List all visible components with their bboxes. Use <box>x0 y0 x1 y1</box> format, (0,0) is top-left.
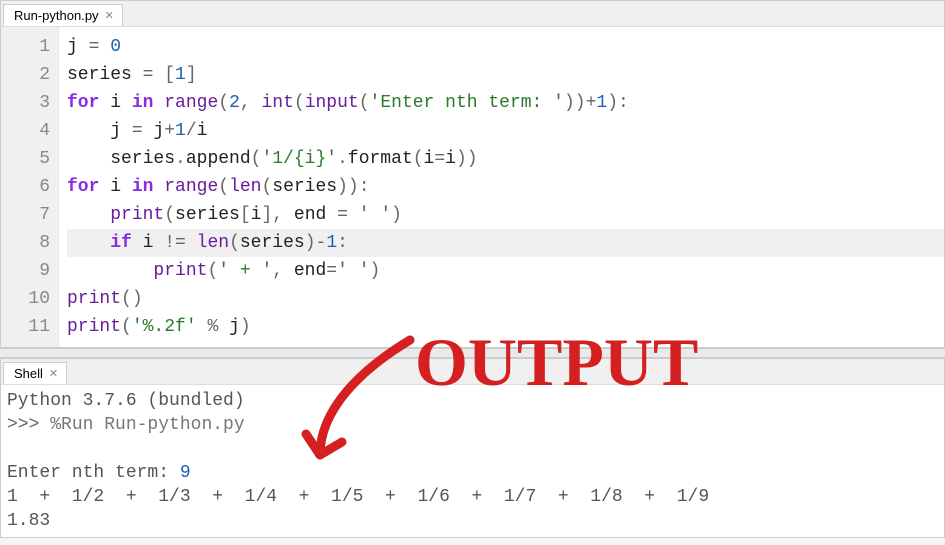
shell-tab[interactable]: Shell ✕ <box>3 362 67 384</box>
line-number: 5 <box>5 145 50 173</box>
shell-input-value: 9 <box>180 463 191 483</box>
code-line[interactable]: if i != len(series)-1: <box>67 229 944 257</box>
editor-tab-label: Run-python.py <box>14 8 99 23</box>
code-line[interactable]: print('%.2f' % j) <box>67 313 944 341</box>
line-number: 4 <box>5 117 50 145</box>
line-number: 1 <box>5 33 50 61</box>
code-line[interactable]: print() <box>67 285 944 313</box>
line-number: 11 <box>5 313 50 341</box>
code-line[interactable]: for i in range(2, int(input('Enter nth t… <box>67 89 944 117</box>
line-number: 2 <box>5 61 50 89</box>
line-number: 10 <box>5 285 50 313</box>
code-line[interactable]: print(' + ', end=' ') <box>67 257 944 285</box>
shell-banner: Python 3.7.6 (bundled) <box>7 391 245 411</box>
shell-prompt: >>> <box>7 415 50 435</box>
shell-pane: Shell ✕ Python 3.7.6 (bundled) >>> %Run … <box>0 358 945 538</box>
line-number: 6 <box>5 173 50 201</box>
shell-series-output: 1 + 1/2 + 1/3 + 1/4 + 1/5 + 1/6 + 1/7 + … <box>7 487 720 507</box>
line-number: 8 <box>5 229 50 257</box>
code-line[interactable]: for i in range(len(series)): <box>67 173 944 201</box>
shell-run-command: %Run Run-python.py <box>50 415 244 435</box>
shell-tab-label: Shell <box>14 366 43 381</box>
code-body[interactable]: j = 0series = [1]for i in range(2, int(i… <box>59 27 944 347</box>
line-number: 7 <box>5 201 50 229</box>
code-area[interactable]: 1234567891011 j = 0series = [1]for i in … <box>1 27 944 347</box>
close-icon[interactable]: ✕ <box>49 367 58 380</box>
shell-input-prompt: Enter nth term: <box>7 463 180 483</box>
editor-tab[interactable]: Run-python.py ✕ <box>3 4 123 26</box>
line-number: 9 <box>5 257 50 285</box>
code-line[interactable]: series.append('1/{i}'.format(i=i)) <box>67 145 944 173</box>
line-number: 3 <box>5 89 50 117</box>
shell-result-output: 1.83 <box>7 511 50 531</box>
line-number-gutter: 1234567891011 <box>1 27 59 347</box>
editor-tab-bar: Run-python.py ✕ <box>1 1 944 27</box>
editor-pane: Run-python.py ✕ 1234567891011 j = 0serie… <box>0 0 945 348</box>
code-line[interactable]: j = 0 <box>67 33 944 61</box>
code-line[interactable]: j = j+1/i <box>67 117 944 145</box>
pane-divider[interactable] <box>0 348 945 358</box>
shell-tab-bar: Shell ✕ <box>1 359 944 385</box>
code-line[interactable]: print(series[i], end = ' ') <box>67 201 944 229</box>
code-line[interactable]: series = [1] <box>67 61 944 89</box>
shell-body[interactable]: Python 3.7.6 (bundled) >>> %Run Run-pyth… <box>1 385 944 537</box>
close-icon[interactable]: ✕ <box>105 9 114 22</box>
